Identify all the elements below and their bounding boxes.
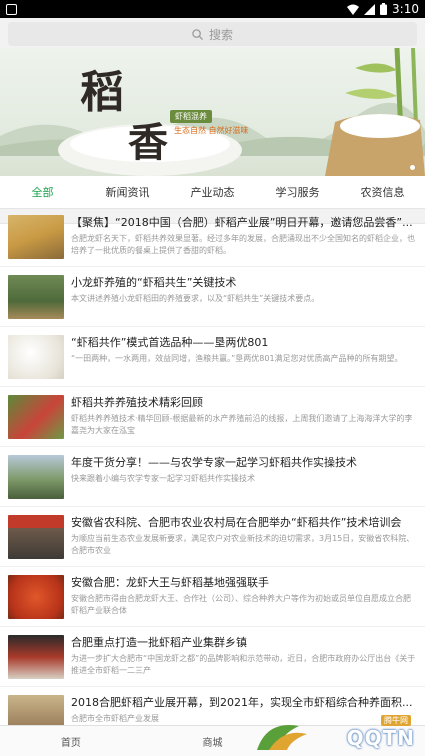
article-summary: 合肥龙虾名天下，虾稻共养效果显著。经过多年的发展，合肥涌现出不少全国知名的虾稻企…: [71, 234, 415, 255]
watermark-site-label: 腾牛网: [381, 715, 411, 726]
banner-character-1: 稻: [80, 67, 124, 118]
list-item[interactable]: 合肥重点打造一批虾稻产业集群乡镇为进一步扩大合肥市“中国龙虾之都”的品牌影响和示…: [0, 627, 425, 687]
tab-agri-supplies[interactable]: 农资信息: [340, 176, 425, 208]
article-title: 年度干货分享！——与农学专家一起学习虾稻共作实操技术: [71, 456, 357, 469]
article-summary: 安徽合肥市得由合肥龙虾大王、合作社（公司）、综合种养大户等作为初始或员单位自愿成…: [71, 594, 411, 615]
tab-industry[interactable]: 产业动态: [170, 176, 255, 208]
article-title: “虾稻共作”模式首选品种——垦两优801: [71, 336, 269, 349]
article-summary: 为进一步扩大合肥市“中国龙虾之都”的品牌影响和示范带动，近日，合肥市政府办公厅出…: [71, 654, 416, 675]
list-item[interactable]: 【聚焦】“2018中国（合肥）虾稻产业展”明日开幕，邀请您品尝香”... 合肥龙虾…: [0, 207, 425, 267]
article-summary: 快来跟着小编与农学专家一起学习虾稻共作实操技术: [71, 474, 255, 483]
list-item[interactable]: 小龙虾养殖的“虾稻共生”关键技术本文讲述养殖小龙虾稻田的养殖要求，以及“虾稻共生…: [0, 267, 425, 327]
article-thumbnail: [8, 575, 64, 619]
article-thumbnail: [8, 455, 64, 499]
banner-tag: 虾稻混养: [170, 110, 212, 123]
status-bar: 3:10: [0, 0, 425, 18]
article-summary: 虾稻共养养殖技术·精华回顾-根据最新的水产养殖前沿的线报，上周我们邀请了上海海洋…: [71, 414, 413, 435]
tab-learning[interactable]: 学习服务: [255, 176, 340, 208]
article-thumbnail: [8, 635, 64, 679]
battery-icon: [380, 3, 388, 15]
article-title: 【聚焦】“2018中国（合肥）虾稻产业展”明日开幕，邀请您品尝香”...: [71, 216, 413, 229]
tab-news[interactable]: 新闻资讯: [85, 176, 170, 208]
banner-slogan: 生态自然 自然好滋味: [174, 126, 249, 135]
article-title: 小龙虾养殖的“虾稻共生”关键技术: [71, 276, 237, 289]
article-list: 【聚焦】“2018中国（合肥）虾稻产业展”明日开幕，邀请您品尝香”... 合肥龙虾…: [0, 207, 425, 747]
article-thumbnail: [8, 275, 64, 319]
article-thumbnail: [8, 515, 64, 559]
article-thumbnail: [8, 335, 64, 379]
search-bar-container: 搜索: [0, 18, 425, 48]
list-item[interactable]: 安徽省农科院、合肥市农业农村局在合肥举办“虾稻共作”技术培训会为顺应当前生态农业…: [0, 507, 425, 567]
search-input[interactable]: 搜索: [8, 22, 417, 46]
nav-home[interactable]: 首页: [0, 734, 142, 749]
article-title: 虾稻共养养殖技术精彩回顾: [71, 396, 203, 409]
article-title: 安徽合肥：龙虾大王与虾稻基地强强联手: [71, 576, 269, 589]
article-summary: “一田两种，一水两用，效益同增，渔粮共赢。”垦两优801满足您对优质高产品种的所…: [71, 354, 403, 363]
article-thumbnail: [8, 395, 64, 439]
list-item[interactable]: 虾稻共养养殖技术精彩回顾虾稻共养养殖技术·精华回顾-根据最新的水产养殖前沿的线报…: [0, 387, 425, 447]
category-tabs: 全部 新闻资讯 产业动态 学习服务 农资信息: [0, 176, 425, 209]
banner-carousel[interactable]: 稻 香 虾稻混养 生态自然 自然好滋味: [0, 48, 425, 176]
search-icon: [192, 28, 203, 40]
list-item[interactable]: 安徽合肥：龙虾大王与虾稻基地强强联手安徽合肥市得由合肥龙虾大王、合作社（公司）、…: [0, 567, 425, 627]
list-item[interactable]: 年度干货分享！——与农学专家一起学习虾稻共作实操技术快来跟着小编与农学专家一起学…: [0, 447, 425, 507]
status-time: 3:10: [392, 2, 419, 16]
list-item[interactable]: “虾稻共作”模式首选品种——垦两优801 “一田两种，一水两用，效益同增，渔粮共赢…: [0, 327, 425, 387]
article-summary: 为顺应当前生态农业发展新要求，满足农户对农业新技术的迫切需求，3月15日，安徽省…: [71, 534, 415, 555]
watermark-text: QQTN: [346, 726, 415, 750]
tab-all[interactable]: 全部: [0, 176, 85, 208]
article-summary: 本文讲述养殖小龙虾稻田的养殖要求，以及“虾稻共生”关键技术要点。: [71, 294, 320, 303]
article-title: 合肥重点打造一批虾稻产业集群乡镇: [71, 636, 247, 649]
article-title: 安徽省农科院、合肥市农业农村局在合肥举办“虾稻共作”技术培训会: [71, 516, 402, 529]
search-placeholder: 搜索: [208, 27, 233, 42]
app-notification-icon: [6, 3, 17, 15]
cellular-signal-icon: [364, 3, 376, 15]
article-title: 2018合肥虾稻产业展开幕，到2021年，实现全市虾稻综合种养面积...: [71, 696, 413, 709]
wifi-icon: [347, 4, 360, 15]
banner-character-2: 香: [128, 119, 168, 166]
article-thumbnail: [8, 215, 64, 259]
carousel-indicator-dot[interactable]: [410, 165, 415, 170]
